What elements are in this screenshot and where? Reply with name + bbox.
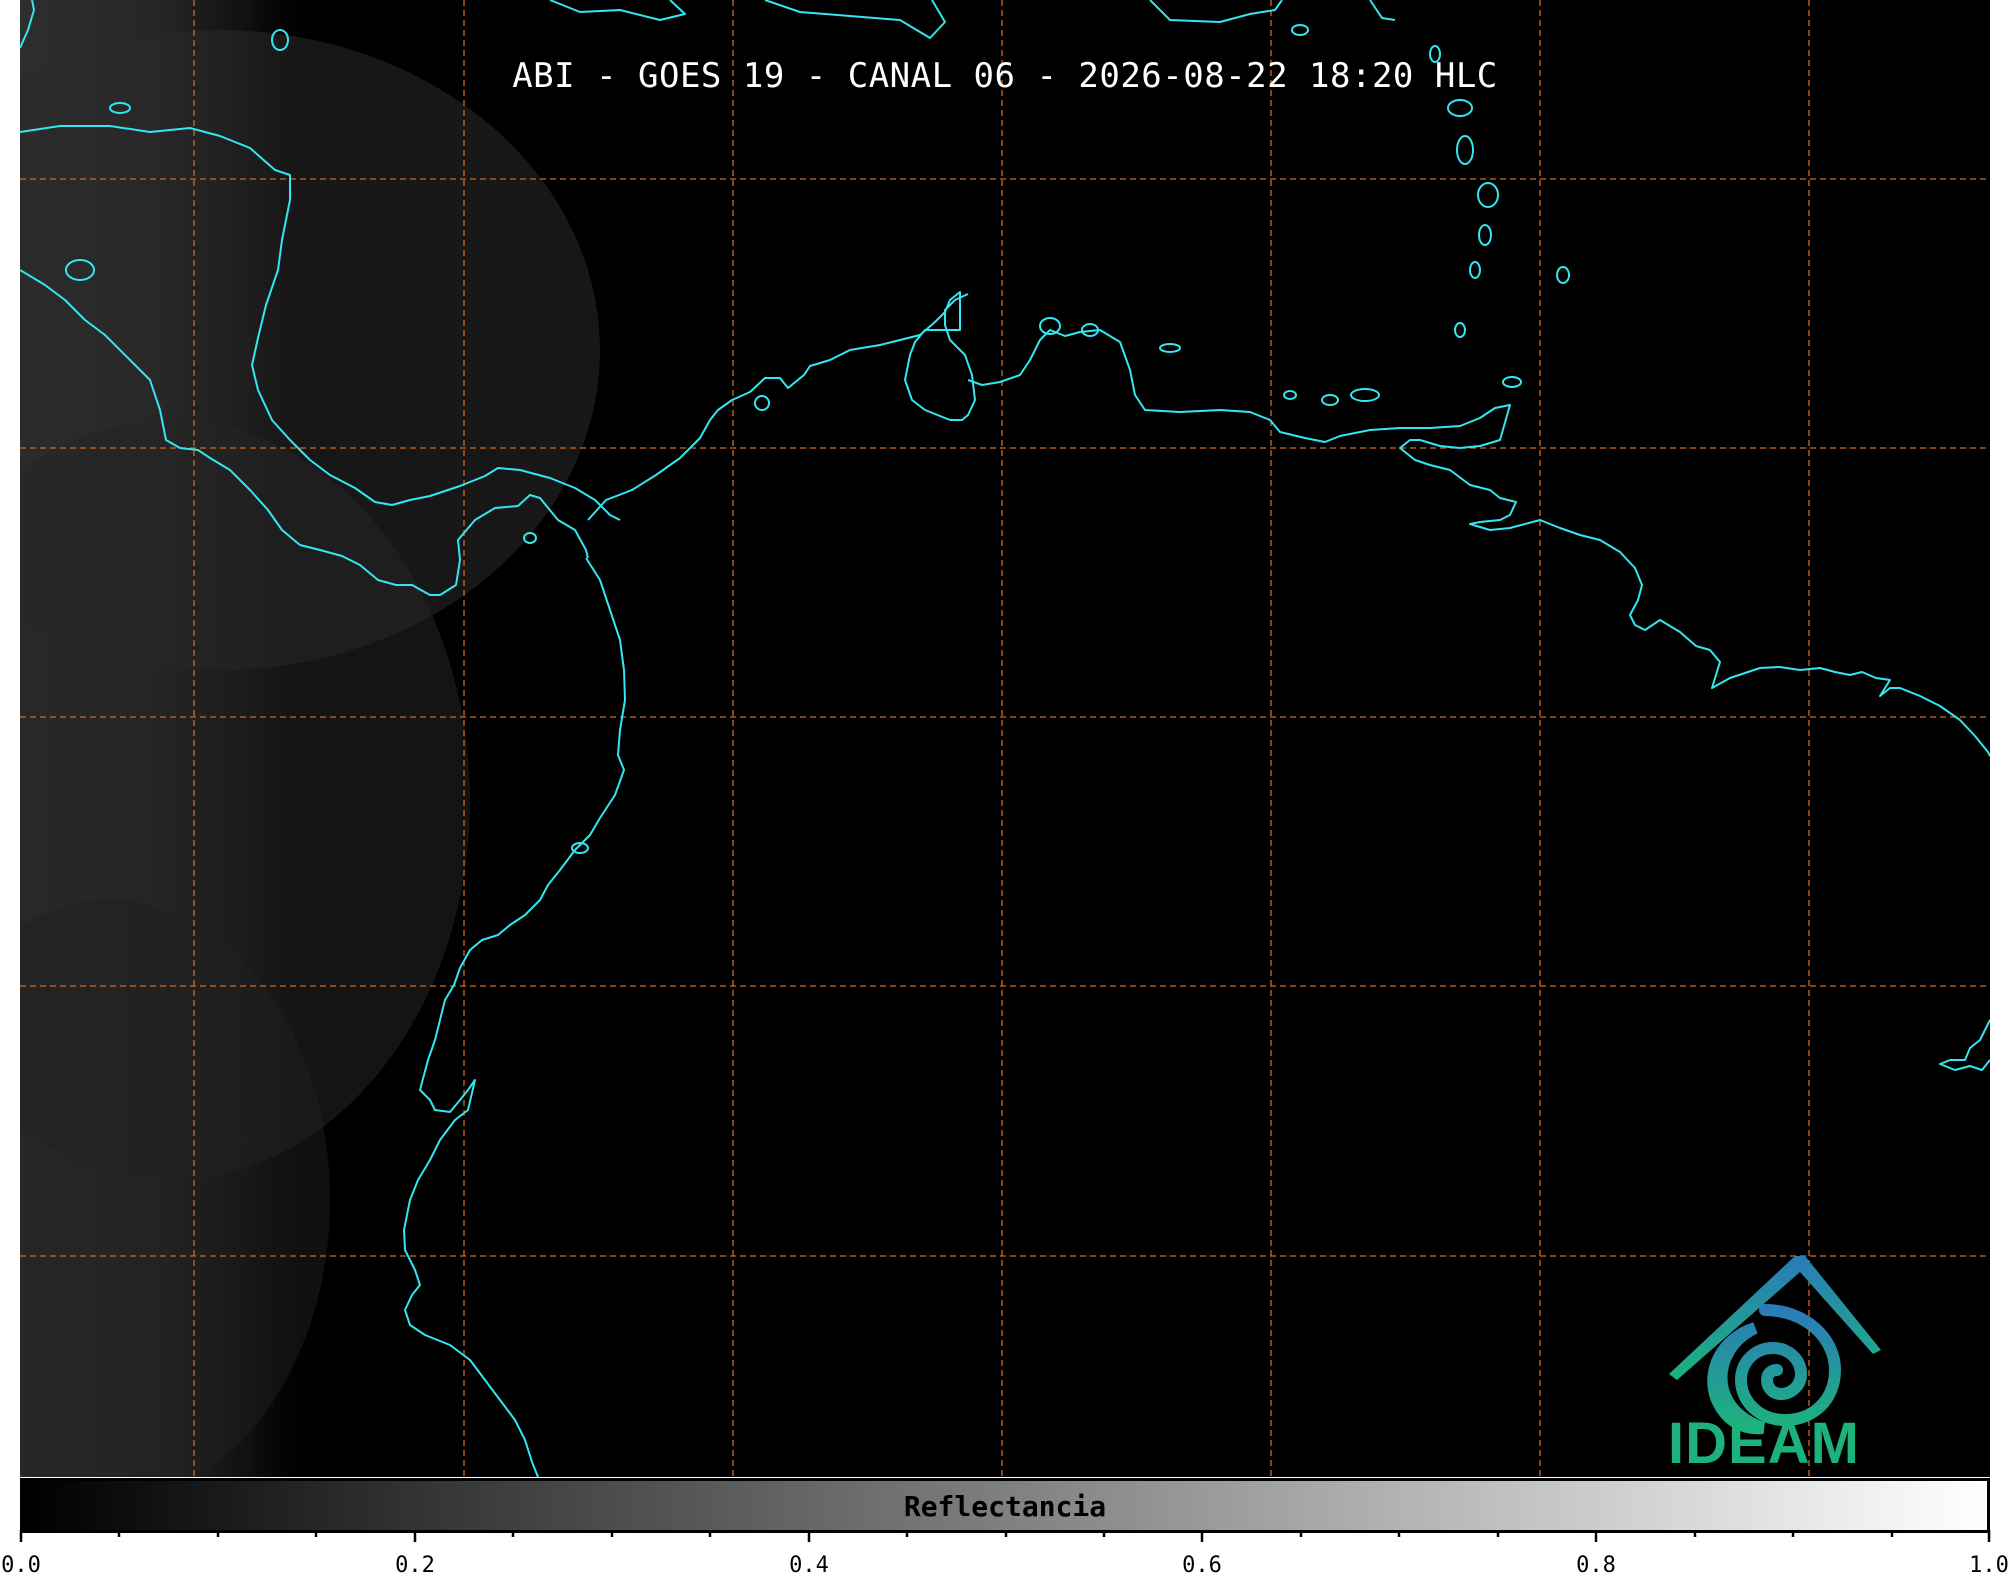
coastline-segment-east bbox=[1939, 1019, 1990, 1071]
island bbox=[1478, 224, 1492, 246]
coastline-segment bbox=[1149, 0, 1283, 23]
island bbox=[1454, 322, 1466, 338]
island bbox=[1477, 182, 1499, 208]
colorbar-tick-label: 1.0 bbox=[1969, 1553, 2009, 1577]
ideam-logo-text: IDEAM bbox=[1668, 1411, 1860, 1476]
island bbox=[1350, 388, 1380, 402]
island bbox=[1502, 376, 1522, 388]
colorbar: Reflectancia bbox=[20, 1478, 1990, 1533]
coastline-colombia-north bbox=[967, 329, 1511, 449]
coastline-segment bbox=[1369, 0, 1396, 21]
island bbox=[1456, 135, 1474, 165]
island bbox=[1321, 394, 1339, 406]
island bbox=[1291, 24, 1309, 36]
satellite-image-figure: ABI - GOES 19 - CANAL 06 - 2026-08-22 18… bbox=[0, 0, 2011, 1577]
coastline-segment bbox=[764, 0, 946, 39]
colorbar-tick-label: 0.0 bbox=[1, 1553, 41, 1577]
island bbox=[1556, 266, 1570, 284]
island bbox=[1159, 343, 1181, 353]
map-title: ABI - GOES 19 - CANAL 06 - 2026-08-22 18… bbox=[512, 56, 1498, 96]
coastline-venezuela bbox=[1399, 439, 1990, 757]
island bbox=[1283, 390, 1297, 400]
island bbox=[1447, 99, 1473, 117]
colorbar-tick-label: 0.8 bbox=[1576, 1553, 1616, 1577]
colorbar-tick-label: 0.6 bbox=[1182, 1553, 1222, 1577]
island bbox=[1039, 317, 1061, 335]
colorbar-label: Reflectancia bbox=[903, 1490, 1107, 1523]
colorbar-ticks bbox=[19, 1530, 1991, 1542]
colorbar-tick-label: 0.4 bbox=[789, 1553, 829, 1577]
island bbox=[1469, 261, 1481, 279]
colorbar-tick-label: 0.2 bbox=[395, 1553, 435, 1577]
